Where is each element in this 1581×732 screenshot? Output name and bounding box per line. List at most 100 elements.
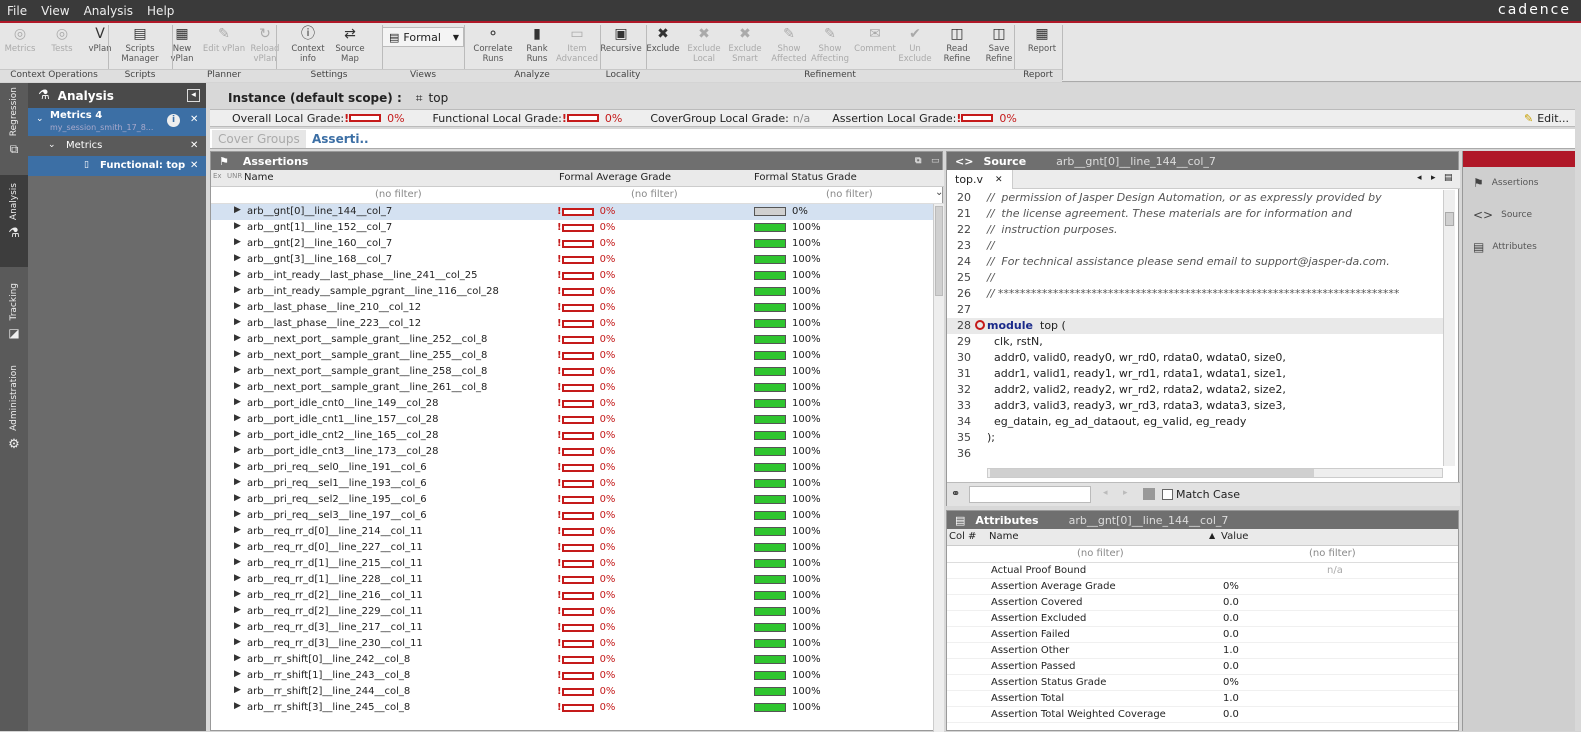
- rank-button[interactable]: ▮ Rank Runs: [515, 23, 559, 68]
- table-row[interactable]: ▶ arb__pri_req__sel0__line_191__col_6 ! 0% 1…: [211, 460, 933, 476]
- side-tab-tracking[interactable]: Tracking ◪: [0, 283, 28, 355]
- nav-session-item[interactable]: ⌄ Metrics 4 my_session_smith_17_8... i ✕: [28, 108, 206, 136]
- metrics-button[interactable]: ◎ Metrics: [0, 23, 42, 68]
- col-name[interactable]: Name: [244, 172, 274, 183]
- dock-assertions[interactable]: ⚑ Assertions: [1463, 167, 1575, 199]
- attribute-row[interactable]: Assertion Other 1.0: [947, 643, 1458, 659]
- attribute-row[interactable]: Assertion Excluded 0.0: [947, 611, 1458, 627]
- exclude-local-button[interactable]: ✖ Exclude Local: [682, 23, 726, 68]
- source-code-view[interactable]: 20 // permission of Jasper Design Automat…: [947, 190, 1443, 466]
- filter-average[interactable]: (no filter): [631, 189, 678, 200]
- prev-tab-icon[interactable]: ◂: [1417, 173, 1422, 183]
- assertions-scrollbar[interactable]: [933, 204, 944, 732]
- table-row[interactable]: ▶ arb__int_ready__last_phase__line_241__c…: [211, 268, 933, 284]
- table-row[interactable]: ▶ arb__next_port__sample_grant__line_261_…: [211, 380, 933, 396]
- collapse-pane-icon[interactable]: ◂: [187, 89, 200, 102]
- filter-attr-value[interactable]: (no filter): [1309, 548, 1356, 559]
- table-row[interactable]: ▶ arb__rr_shift[1]__line_243__col_8 ! 0% 100…: [211, 668, 933, 684]
- scroll-thumb[interactable]: [935, 206, 943, 296]
- menu-file[interactable]: File: [0, 4, 34, 18]
- table-row[interactable]: ▶ arb__gnt[1]__line_152__col_7 ! 0% 100%: [211, 220, 933, 236]
- vplan-button[interactable]: VvPlan: [78, 23, 122, 68]
- table-row[interactable]: ▶ arb__rr_shift[3]__line_245__col_8 ! 0% 100…: [211, 700, 933, 716]
- edit-vplan-button[interactable]: ✎ Edit vPlan: [202, 23, 246, 68]
- table-row[interactable]: ▶ arb__gnt[2]__line_160__col_7 ! 0% 100%: [211, 236, 933, 252]
- filter-name[interactable]: (no filter): [375, 189, 422, 200]
- attribute-row[interactable]: Assertion Status Grade 0%: [947, 675, 1458, 691]
- scroll-thumb[interactable]: [990, 469, 1314, 477]
- formal-select[interactable]: ▤ Formal ▼: [382, 27, 464, 47]
- reload-vplan-button[interactable]: ↻ Reload vPlan: [243, 23, 287, 68]
- table-row[interactable]: ▶ arb__int_ready__sample_pgrant__line_116…: [211, 284, 933, 300]
- close-icon[interactable]: ✕: [190, 160, 198, 171]
- table-row[interactable]: ▶ arb__pri_req__sel1__line_193__col_6 ! 0% 1…: [211, 476, 933, 492]
- breakpoint-icon[interactable]: [975, 320, 985, 330]
- table-row[interactable]: ▶ arb__req_rr_d[3]__line_217__col_11 ! 0% 10…: [211, 620, 933, 636]
- col-number[interactable]: Col #: [949, 531, 976, 542]
- scripts-button[interactable]: ▤ Scripts Manager: [118, 23, 162, 68]
- dock-source[interactable]: <> Source: [1463, 199, 1575, 231]
- table-row[interactable]: ▶ arb__next_port__sample_grant__line_258_…: [211, 364, 933, 380]
- table-row[interactable]: ▶ arb__req_rr_d[0]__line_214__col_11 ! 0% 10…: [211, 524, 933, 540]
- source-map-button[interactable]: ⇄ Source Map: [328, 23, 372, 68]
- table-row[interactable]: ▶ arb__req_rr_d[3]__line_230__col_11 ! 0% 10…: [211, 636, 933, 652]
- side-tab-administration[interactable]: Administration ⚙: [0, 365, 28, 459]
- table-row[interactable]: ▶ arb__rr_shift[2]__line_244__col_8 ! 0% 100…: [211, 684, 933, 700]
- exclude-smart-button[interactable]: ✖ Exclude Smart: [723, 23, 767, 68]
- table-row[interactable]: ▶ arb__gnt[3]__line_168__col_7 ! 0% 100%: [211, 252, 933, 268]
- filter-status[interactable]: (no filter): [826, 189, 873, 200]
- tab-list-icon[interactable]: ▤: [1444, 173, 1453, 183]
- close-icon[interactable]: ✕: [190, 140, 198, 151]
- attribute-row[interactable]: Actual Proof Bound n/a: [947, 563, 1458, 579]
- new-vplan-button[interactable]: ▦ New vPlan: [160, 23, 204, 68]
- col-formal-average-grade[interactable]: Formal Average Grade: [559, 172, 671, 183]
- table-row[interactable]: ▶ arb__port_idle_cnt1__line_157__col_28 ! 0…: [211, 412, 933, 428]
- comment-button[interactable]: ✉ Comment: [853, 23, 897, 68]
- side-tab-analysis[interactable]: Analysis ⚗: [0, 175, 28, 267]
- table-row[interactable]: ▶ arb__rr_shift[0]__line_242__col_8 ! 0% 100…: [211, 652, 933, 668]
- file-tab[interactable]: top.v ✕: [947, 170, 1013, 189]
- attribute-row[interactable]: Assertion Total 1.0: [947, 691, 1458, 707]
- menu-analysis[interactable]: Analysis: [77, 4, 140, 18]
- restore-icon[interactable]: ⧉: [915, 156, 921, 166]
- edit-grades-button[interactable]: ✎ Edit...: [1524, 112, 1569, 125]
- filter-attr-name[interactable]: (no filter): [1077, 548, 1124, 559]
- tab-cover-groups[interactable]: Cover Groups: [212, 130, 306, 148]
- next-tab-icon[interactable]: ▸: [1431, 173, 1436, 183]
- menu-help[interactable]: Help: [140, 4, 181, 18]
- table-row[interactable]: ▶ arb__req_rr_d[0]__line_227__col_11 ! 0% 10…: [211, 540, 933, 556]
- table-row[interactable]: ▶ arb__pri_req__sel3__line_197__col_6 ! 0% 1…: [211, 508, 933, 524]
- attribute-row[interactable]: Assertion Failed 0.0: [947, 627, 1458, 643]
- col-attr-name[interactable]: Name: [989, 531, 1019, 542]
- table-row[interactable]: ▶ arb__gnt[0]__line_144__col_7! 0% 0%: [211, 204, 933, 220]
- table-row[interactable]: ▶ arb__port_idle_cnt0__line_149__col_28 ! 0…: [211, 396, 933, 412]
- close-icon[interactable]: ✕: [190, 114, 198, 125]
- nav-metrics-item[interactable]: ⌄ Metrics ✕: [28, 136, 206, 156]
- correlate-button[interactable]: ⚬ Correlate Runs: [471, 23, 515, 68]
- table-row[interactable]: ▶ arb__req_rr_d[2]__line_216__col_11 ! 0% 10…: [211, 588, 933, 604]
- table-row[interactable]: ▶ arb__pri_req__sel2__line_195__col_6 ! 0% 1…: [211, 492, 933, 508]
- chevron-down-icon[interactable]: ⌄: [935, 187, 943, 198]
- table-row[interactable]: ▶ arb__port_idle_cnt3__line_173__col_28 ! 0…: [211, 444, 933, 460]
- table-row[interactable]: ▶ arb__next_port__sample_grant__line_252_…: [211, 332, 933, 348]
- dock-attributes[interactable]: ▤ Attributes: [1463, 231, 1575, 263]
- find-next-icon[interactable]: ▸: [1123, 488, 1128, 498]
- close-icon[interactable]: ✕: [995, 175, 1003, 185]
- attribute-row[interactable]: Assertion Covered 0.0: [947, 595, 1458, 611]
- highlight-all-icon[interactable]: [1143, 488, 1155, 500]
- attribute-row[interactable]: Assertion Total Weighted Coverage 0.0: [947, 707, 1458, 723]
- match-case-checkbox[interactable]: [1162, 489, 1173, 500]
- table-row[interactable]: ▶ arb__req_rr_d[2]__line_229__col_11 ! 0% 10…: [211, 604, 933, 620]
- attribute-row[interactable]: Assertion Passed 0.0: [947, 659, 1458, 675]
- read-refine-button[interactable]: ◫ Read Refine: [935, 23, 979, 68]
- unexclude-button[interactable]: ✔ Un Exclude: [893, 23, 937, 68]
- source-hscroll[interactable]: [987, 468, 1443, 478]
- col-excluded[interactable]: Ex: [213, 172, 222, 180]
- scroll-thumb[interactable]: [1445, 212, 1454, 226]
- source-vscroll[interactable]: [1443, 190, 1455, 466]
- nav-functional-item[interactable]: ▯ Functional: top ✕: [28, 156, 206, 176]
- menu-view[interactable]: View: [34, 4, 76, 18]
- attribute-row[interactable]: Assertion Average Grade 0%: [947, 579, 1458, 595]
- exclude-button[interactable]: ✖ Exclude: [641, 23, 685, 68]
- report-button[interactable]: ▦ Report: [1020, 23, 1064, 68]
